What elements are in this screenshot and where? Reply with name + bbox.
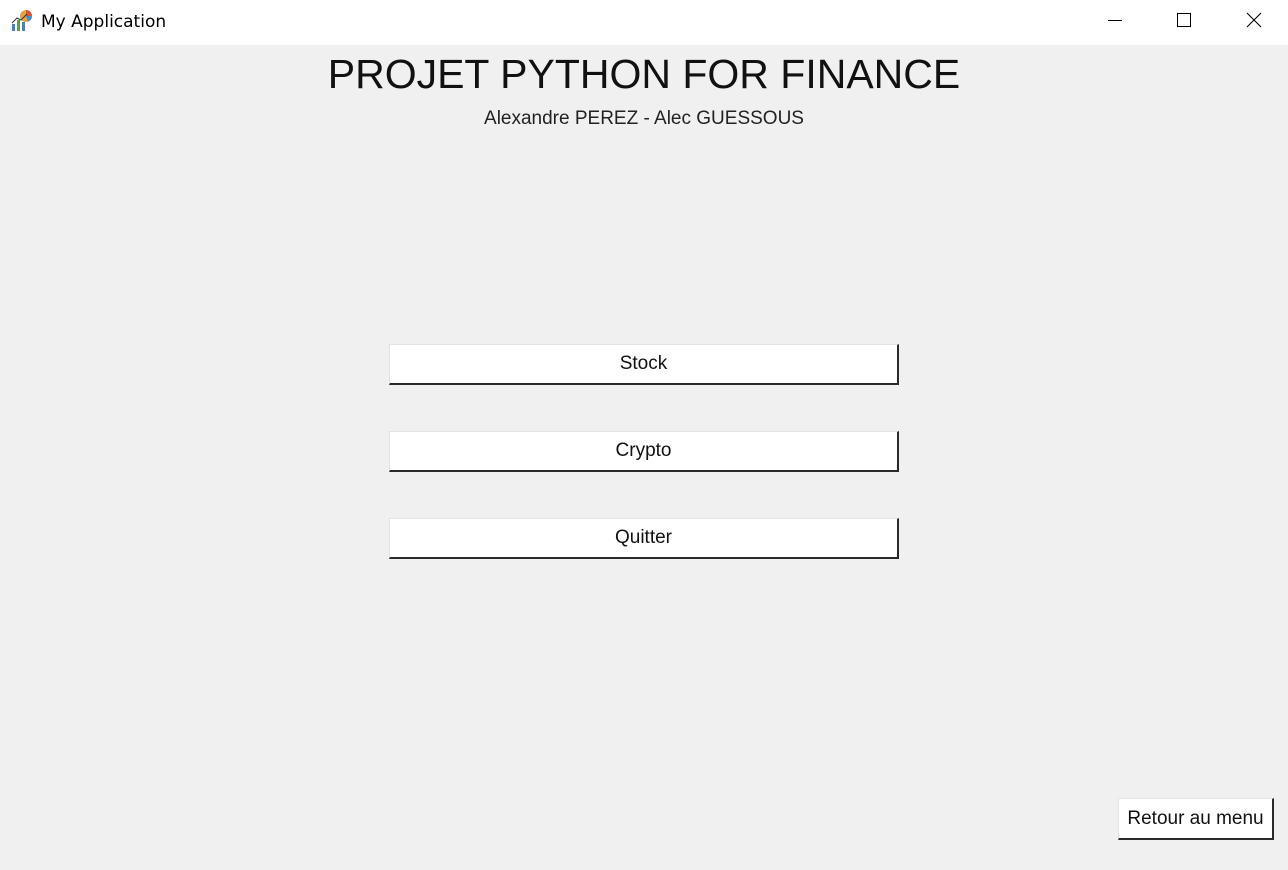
close-button[interactable] — [1231, 0, 1277, 45]
window-title: My Application — [41, 12, 167, 32]
back-to-menu-button[interactable]: Retour au menu — [1118, 798, 1274, 840]
close-icon — [1246, 12, 1262, 33]
minimize-button[interactable] — [1092, 0, 1138, 45]
title-bar[interactable]: My Application — [0, 0, 1288, 45]
application-window: My Application PROJET PYTHON FOR FINANCE… — [0, 0, 1288, 870]
maximize-icon — [1176, 12, 1192, 33]
authors-subtitle: Alexandre PEREZ - Alec GUESSOUS — [484, 108, 804, 129]
chart-app-icon — [10, 9, 34, 33]
page-title: PROJET PYTHON FOR FINANCE — [327, 51, 961, 97]
minimize-icon — [1107, 12, 1123, 33]
stock-button[interactable]: Stock — [389, 344, 899, 385]
maximize-button[interactable] — [1161, 0, 1207, 45]
crypto-button[interactable]: Crypto — [389, 431, 899, 472]
quit-button[interactable]: Quitter — [389, 518, 899, 559]
